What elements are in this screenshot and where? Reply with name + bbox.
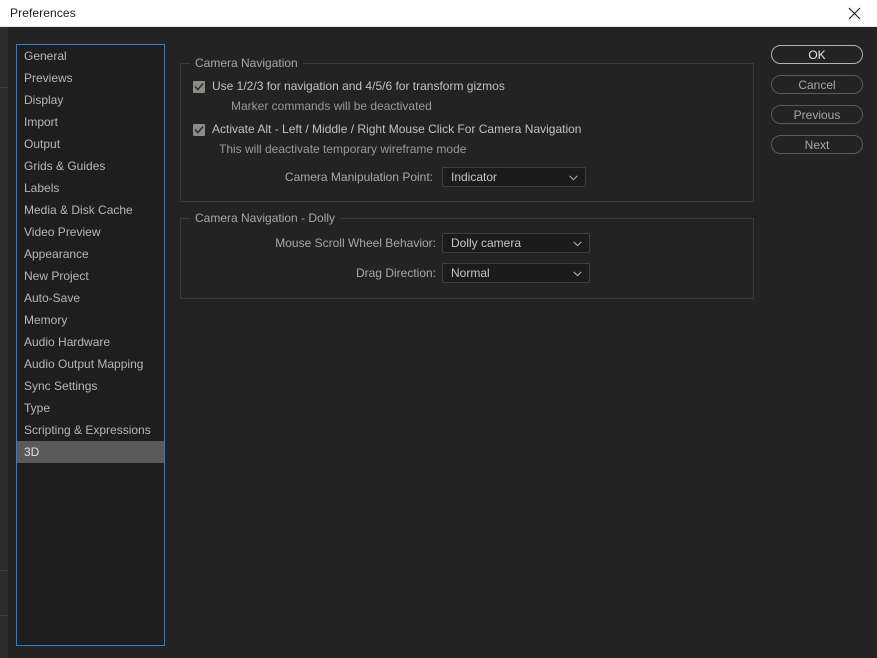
activate-alt-mouse-label: Activate Alt - Left / Middle / Right Mou… xyxy=(212,122,582,136)
drag-direction-label: Drag Direction: xyxy=(355,266,436,280)
sidebar-item-scripting-and-expressions[interactable]: Scripting & Expressions xyxy=(17,419,164,441)
activate-alt-mouse-checkbox-row[interactable]: Activate Alt - Left / Middle / Right Mou… xyxy=(193,122,581,136)
sidebar-item-memory[interactable]: Memory xyxy=(17,309,164,331)
marker-commands-note: Marker commands will be deactivated xyxy=(231,99,432,113)
sidebar-item-previews[interactable]: Previews xyxy=(17,67,164,89)
sidebar-item-appearance[interactable]: Appearance xyxy=(17,243,164,265)
sidebar-item-labels[interactable]: Labels xyxy=(17,177,164,199)
window-title: Preferences xyxy=(10,6,76,20)
mouse-scroll-wheel-behavior-value: Dolly camera xyxy=(451,236,522,250)
sidebar-item-new-project[interactable]: New Project xyxy=(17,265,164,287)
camera-navigation-dolly-group-title: Camera Navigation - Dolly xyxy=(190,211,341,225)
activate-alt-mouse-checkbox[interactable] xyxy=(193,124,205,136)
close-icon[interactable] xyxy=(832,0,877,27)
sidebar-item-display[interactable]: Display xyxy=(17,89,164,111)
sidebar-item-media-and-disk-cache[interactable]: Media & Disk Cache xyxy=(17,199,164,221)
ok-button[interactable]: OK xyxy=(771,45,863,64)
sidebar-item-video-preview[interactable]: Video Preview xyxy=(17,221,164,243)
camera-navigation-group: Camera Navigation Use 1/2/3 for navigati… xyxy=(180,56,754,202)
previous-button[interactable]: Previous xyxy=(771,105,863,124)
sidebar-item-auto-save[interactable]: Auto-Save xyxy=(17,287,164,309)
drag-direction-value: Normal xyxy=(451,266,490,280)
mouse-scroll-wheel-behavior-dropdown[interactable]: Dolly camera xyxy=(442,233,590,253)
mouse-scroll-wheel-behavior-label: Mouse Scroll Wheel Behavior: xyxy=(275,236,436,250)
sidebar-item-3d[interactable]: 3D xyxy=(17,441,164,463)
use-number-keys-checkbox[interactable] xyxy=(193,81,205,93)
sidebar-item-general[interactable]: General xyxy=(17,45,164,67)
camera-manipulation-point-label: Camera Manipulation Point: xyxy=(284,170,433,184)
sidebar-item-output[interactable]: Output xyxy=(17,133,164,155)
background-window-strip xyxy=(0,27,8,658)
use-number-keys-checkbox-row[interactable]: Use 1/2/3 for navigation and 4/5/6 for t… xyxy=(193,79,505,93)
cancel-button[interactable]: Cancel xyxy=(771,75,863,94)
category-list[interactable]: General Previews Display Import Output G… xyxy=(16,44,165,646)
sidebar-item-audio-output-mapping[interactable]: Audio Output Mapping xyxy=(17,353,164,375)
sidebar-item-audio-hardware[interactable]: Audio Hardware xyxy=(17,331,164,353)
camera-manipulation-point-row: Camera Manipulation Point: Indicator xyxy=(193,167,593,187)
mouse-scroll-wheel-behavior-row: Mouse Scroll Wheel Behavior: Dolly camer… xyxy=(193,233,613,253)
use-number-keys-label: Use 1/2/3 for navigation and 4/5/6 for t… xyxy=(212,79,505,93)
sidebar-item-grids-and-guides[interactable]: Grids & Guides xyxy=(17,155,164,177)
sidebar-item-sync-settings[interactable]: Sync Settings xyxy=(17,375,164,397)
wireframe-mode-note: This will deactivate temporary wireframe… xyxy=(219,142,467,156)
chevron-down-icon xyxy=(573,234,582,252)
sidebar-item-import[interactable]: Import xyxy=(17,111,164,133)
drag-direction-dropdown[interactable]: Normal xyxy=(442,263,590,283)
chevron-down-icon xyxy=(569,168,578,186)
camera-navigation-group-title: Camera Navigation xyxy=(190,56,303,70)
next-button[interactable]: Next xyxy=(771,135,863,154)
title-bar: Preferences xyxy=(0,0,877,27)
chevron-down-icon xyxy=(573,264,582,282)
drag-direction-row: Drag Direction: Normal xyxy=(193,263,613,283)
preferences-dialog: Preferences General Previews Display Imp… xyxy=(0,0,877,658)
camera-manipulation-point-value: Indicator xyxy=(451,170,498,184)
sidebar-item-type[interactable]: Type xyxy=(17,397,164,419)
camera-navigation-dolly-group: Camera Navigation - Dolly Mouse Scroll W… xyxy=(180,211,754,299)
camera-manipulation-point-dropdown[interactable]: Indicator xyxy=(442,167,586,187)
